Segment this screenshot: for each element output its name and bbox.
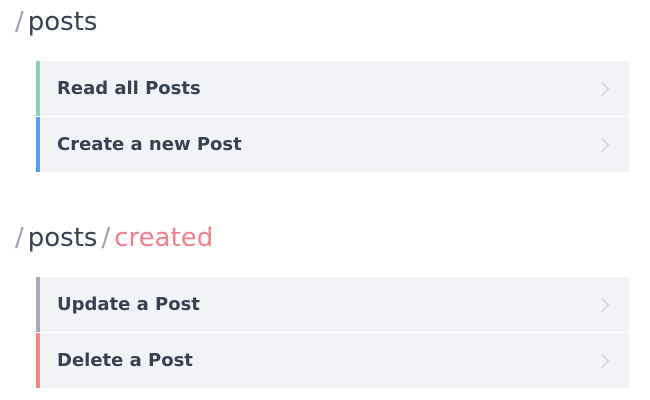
chevron-right-icon [594,297,610,312]
path-segment-posts: posts [27,7,98,37]
endpoint-list-posts: Read all Posts Create a new Post [36,61,629,172]
endpoint-create-post[interactable]: Create a new Post [36,117,629,172]
endpoint-update-post[interactable]: Update a Post [36,277,629,332]
path-slash: / [101,223,111,253]
route-heading-posts-created: / posts / created [15,220,213,256]
path-slash: / [15,223,24,253]
chevron-right-icon [594,353,610,368]
chevron-right-icon [594,137,610,152]
endpoint-delete-post[interactable]: Delete a Post [36,333,629,388]
chevron-right-icon [594,81,610,96]
path-slash: / [15,7,24,37]
endpoint-label: Create a new Post [57,134,242,155]
route-heading-posts: / posts [15,4,97,40]
endpoint-label: Read all Posts [57,78,201,99]
path-param-created: created [114,223,214,253]
path-segment-posts: posts [27,223,98,253]
endpoint-label: Update a Post [57,294,200,315]
endpoint-read-all-posts[interactable]: Read all Posts [36,61,629,116]
endpoint-label: Delete a Post [57,350,193,371]
endpoint-list-posts-created: Update a Post Delete a Post [36,277,629,388]
